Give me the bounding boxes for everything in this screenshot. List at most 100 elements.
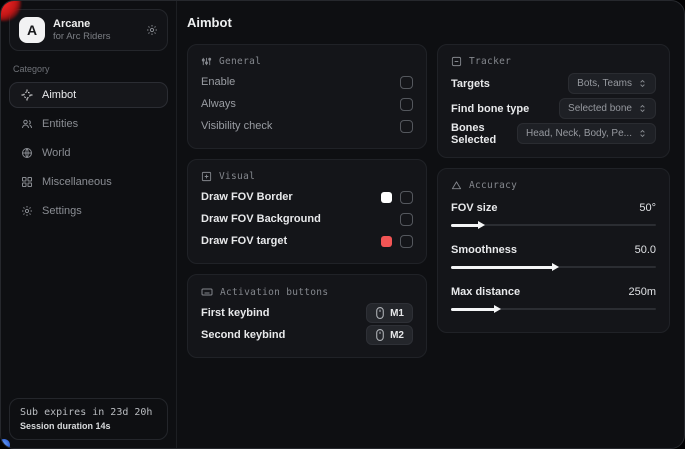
setting-label: Draw FOV Background <box>201 213 321 225</box>
sidebar-nav: Aimbot Entities World Miscellaneous <box>9 82 168 224</box>
visibility-check-checkbox[interactable] <box>400 120 413 133</box>
crosshair-icon <box>20 89 33 101</box>
fov-target-checkbox[interactable] <box>400 235 413 248</box>
slider-fill <box>451 266 554 269</box>
select-value: Head, Neck, Body, Pe... <box>526 128 632 139</box>
setting-row-always: Always <box>201 93 413 115</box>
max-distance-slider-group: Max distance 250m <box>451 283 656 321</box>
category-label: Category <box>13 64 164 74</box>
select-value: Bots, Teams <box>577 78 632 89</box>
section-title: Tracker <box>469 56 511 67</box>
sidebar-item-settings[interactable]: Settings <box>9 198 168 224</box>
second-keybind-button[interactable]: M2 <box>366 325 413 345</box>
fov-target-color-swatch[interactable] <box>381 236 392 247</box>
slider-fill <box>451 224 480 227</box>
visual-card: Visual Draw FOV Border Draw FOV Backgrou… <box>187 159 427 264</box>
section-title: General <box>219 56 261 67</box>
slider-thumb[interactable] <box>478 221 485 229</box>
setting-label: Bones Selected <box>451 122 517 146</box>
gear-icon <box>20 205 33 217</box>
fov-background-checkbox[interactable] <box>400 213 413 226</box>
targets-select[interactable]: Bots, Teams <box>568 73 656 94</box>
setting-label: First keybind <box>201 307 269 319</box>
chevron-updown-icon <box>638 103 647 114</box>
sidebar-item-entities[interactable]: Entities <box>9 111 168 137</box>
setting-label: Max distance <box>451 286 520 298</box>
always-checkbox[interactable] <box>400 98 413 111</box>
sidebar-item-miscellaneous[interactable]: Miscellaneous <box>9 169 168 195</box>
select-value: Selected bone <box>568 103 632 114</box>
slider-thumb[interactable] <box>552 263 559 271</box>
find-bone-type-select[interactable]: Selected bone <box>559 98 656 119</box>
smoothness-slider[interactable] <box>451 261 656 273</box>
setting-row-fov-target: Draw FOV target <box>201 230 413 252</box>
app-name: Arcane <box>53 18 138 30</box>
section-title: Visual <box>219 171 255 182</box>
slider-value: 50° <box>639 202 656 214</box>
mouse-icon <box>375 329 385 341</box>
slider-thumb[interactable] <box>494 305 501 313</box>
section-title: Accuracy <box>469 180 517 191</box>
max-distance-slider[interactable] <box>451 303 656 315</box>
triangle-icon <box>451 180 462 191</box>
setting-label: Visibility check <box>201 120 272 132</box>
bones-selected-select[interactable]: Head, Neck, Body, Pe... <box>517 123 656 144</box>
sidebar-item-label: World <box>42 147 71 159</box>
setting-label: FOV size <box>451 202 497 214</box>
setting-label: Targets <box>451 78 490 90</box>
first-keybind-button[interactable]: M1 <box>366 303 413 323</box>
keybind-value: M1 <box>390 308 404 319</box>
fov-size-slider-group: FOV size 50° <box>451 199 656 237</box>
app-logo: A <box>19 17 45 43</box>
setting-row-bones-selected: Bones Selected Head, Neck, Body, Pe... <box>451 121 656 146</box>
chevron-updown-icon <box>638 78 647 89</box>
setting-label: Always <box>201 98 236 110</box>
setting-label: Draw FOV Border <box>201 191 293 203</box>
grid-icon <box>20 176 33 188</box>
settings-gear-icon[interactable] <box>146 24 158 36</box>
slider-fill <box>451 308 496 311</box>
subscription-status-card: Sub expires in 23d 20h Session duration … <box>9 398 168 440</box>
slider-value: 50.0 <box>635 244 656 256</box>
sidebar-item-label: Settings <box>42 205 82 217</box>
image-icon <box>201 171 212 182</box>
setting-row-targets: Targets Bots, Teams <box>451 71 656 96</box>
sidebar-item-label: Entities <box>42 118 78 130</box>
sidebar: A Arcane for Arc Riders Category Aimbot <box>1 1 177 448</box>
setting-label: Draw FOV target <box>201 235 287 247</box>
app-subtitle: for Arc Riders <box>53 31 138 42</box>
mouse-icon <box>375 307 385 319</box>
fov-size-slider[interactable] <box>451 219 656 231</box>
sidebar-item-world[interactable]: World <box>9 140 168 166</box>
tracker-card: Tracker Targets Bots, Teams Find bone ty… <box>437 44 670 158</box>
accuracy-card: Accuracy FOV size 50° <box>437 168 670 333</box>
page-title: Aimbot <box>187 15 670 30</box>
slider-value: 250m <box>628 286 656 298</box>
general-card: General Enable Always Visibility check <box>187 44 427 149</box>
sliders-icon <box>201 56 212 67</box>
chevron-updown-icon <box>638 128 647 139</box>
app-window: A Arcane for Arc Riders Category Aimbot <box>0 0 685 449</box>
fov-border-color-swatch[interactable] <box>381 192 392 203</box>
setting-label: Enable <box>201 76 235 88</box>
setting-row-enable: Enable <box>201 71 413 93</box>
entities-icon <box>20 118 33 130</box>
tracker-icon <box>451 56 462 67</box>
globe-icon <box>20 147 33 159</box>
activation-card: Activation buttons First keybind M1 Seco… <box>187 274 427 358</box>
main-content: Aimbot General Enable Alw <box>177 1 684 448</box>
keyboard-icon <box>201 286 213 298</box>
sidebar-item-label: Aimbot <box>42 89 76 101</box>
setting-label: Find bone type <box>451 103 529 115</box>
enable-checkbox[interactable] <box>400 76 413 89</box>
fov-border-checkbox[interactable] <box>400 191 413 204</box>
brand-text: Arcane for Arc Riders <box>53 18 138 42</box>
setting-row-second-keybind: Second keybind M2 <box>201 324 413 346</box>
sidebar-item-aimbot[interactable]: Aimbot <box>9 82 168 108</box>
setting-row-fov-background: Draw FOV Background <box>201 208 413 230</box>
brand-card: A Arcane for Arc Riders <box>9 9 168 51</box>
setting-row-find-bone-type: Find bone type Selected bone <box>451 96 656 121</box>
setting-row-first-keybind: First keybind M1 <box>201 302 413 324</box>
setting-row-fov-border: Draw FOV Border <box>201 186 413 208</box>
keybind-value: M2 <box>390 330 404 341</box>
